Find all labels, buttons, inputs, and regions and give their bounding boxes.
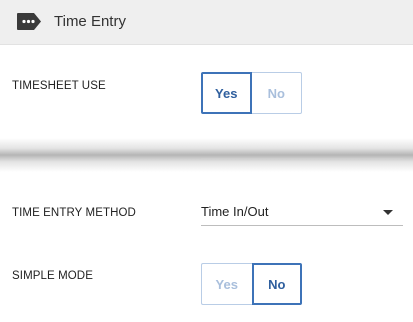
- dropdown-arrow-icon: [383, 210, 393, 215]
- section-header: Time Entry: [0, 0, 413, 45]
- tag-ellipsis-icon: [16, 12, 43, 31]
- time-entry-method-value: Time In/Out: [201, 204, 269, 219]
- simple-mode-yes-button[interactable]: Yes: [201, 263, 252, 305]
- simple-mode-label: SIMPLE MODE: [12, 270, 93, 282]
- divider-shadow: [0, 138, 413, 172]
- timesheet-use-yes-button[interactable]: Yes: [201, 72, 252, 114]
- simple-mode-toggle: Yes No: [201, 263, 302, 305]
- simple-mode-no-button[interactable]: No: [251, 263, 302, 305]
- time-entry-method-label: TIME ENTRY METHOD: [12, 207, 136, 219]
- divider-line: [201, 158, 403, 159]
- timesheet-use-toggle: Yes No: [201, 72, 302, 114]
- section-title: Time Entry: [54, 13, 126, 30]
- time-entry-method-select[interactable]: Time In/Out: [201, 201, 403, 226]
- timesheet-use-no-button[interactable]: No: [251, 72, 302, 114]
- timesheet-use-label: TIMESHEET USE: [12, 80, 106, 92]
